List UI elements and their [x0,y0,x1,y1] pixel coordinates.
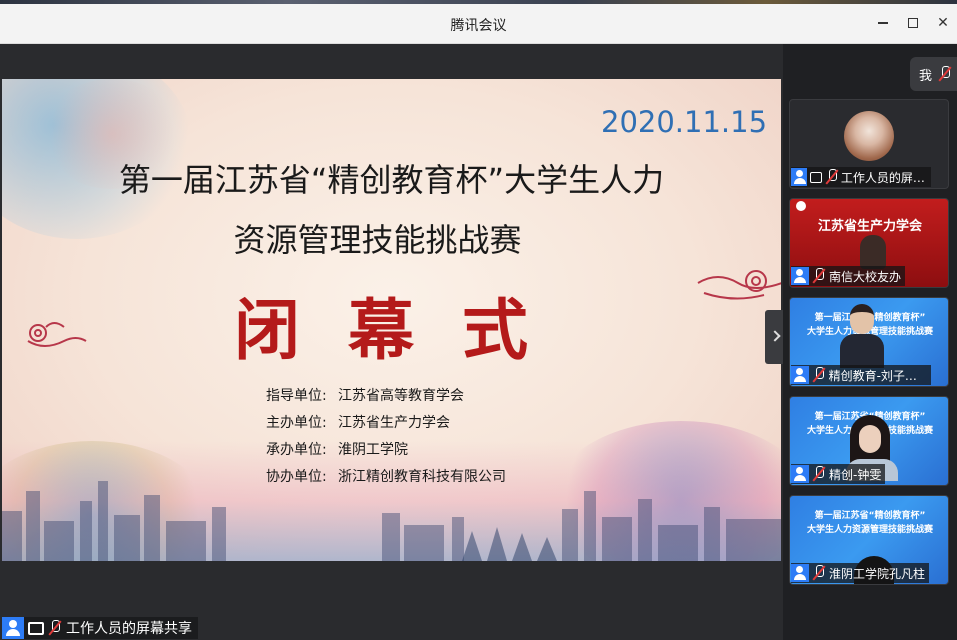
collapse-panel-button[interactable] [765,310,783,364]
auspicious-cloud-ornament [697,270,781,300]
screen-share-icon [28,621,44,635]
event-date: 2020.11.15 [601,105,768,139]
mic-muted-icon [812,466,826,482]
logo-icon [796,201,806,211]
close-icon: ✕ [937,15,949,31]
mic-muted-icon [812,565,826,581]
participant-namebar: 精创教育-刘子健... [791,365,931,385]
organizer-label: 指导单位: [266,388,327,404]
participant-video [860,235,886,269]
organizer-label: 承办单位: [266,442,327,458]
avatar [844,111,894,161]
organizer-label: 协办单位: [266,469,327,485]
participant-video [840,304,884,368]
self-label: 我 [919,69,933,84]
participant-tile[interactable]: 工作人员的屏幕... [789,99,949,189]
participant-namebar: 淮阴工学院孔凡柱 [791,563,930,583]
organizer-value: 江苏省高等教育学会 [338,388,464,404]
participant-name: 精创-钟雯 [829,467,882,482]
participant-namebar: 南信大校友办 [791,266,906,286]
maximize-button[interactable] [902,12,924,34]
mic-muted-icon [938,66,952,82]
user-icon [791,168,808,186]
close-button[interactable]: ✕ [932,12,954,34]
organizer-row: 承办单位: 淮阴工学院 [266,439,408,459]
participant-tile[interactable]: 江苏省生产力学会 南信大校友办 [789,198,949,288]
participant-tile[interactable]: 第一届江苏省“精创教育杯” 大学生人力资源管理技能挑战赛 淮阴工学院孔凡柱 [789,495,949,585]
organizer-label: 主办单位: [266,415,327,431]
participant-name: 淮阴工学院孔凡柱 [829,566,926,581]
user-icon [791,366,809,384]
user-icon [791,465,809,483]
organizer-row: 指导单位: 江苏省高等教育学会 [266,385,464,405]
organizer-value: 淮阴工学院 [338,442,408,458]
participant-tile[interactable]: 第一届江苏省“精创教育杯” 大学生人力资源管理技能挑战赛 精创-钟雯 [789,396,949,486]
virtual-background-text: 第一届江苏省“精创教育杯” [814,511,926,521]
mic-muted-icon [825,169,838,185]
auspicious-cloud-ornament [27,322,87,347]
minimize-icon [878,22,888,24]
organizer-row: 主办单位: 江苏省生产力学会 [266,412,450,432]
closing-ceremony-heading: 闭幕式 [234,291,576,369]
title-bar: 腾讯会议 ✕ [0,4,957,44]
organizer-row: 协办单位: 浙江精创教育科技有限公司 [266,466,506,486]
mic-muted-icon [48,620,62,636]
slide-title-line1: 第一届江苏省“精创教育杯”大学生人力 [118,161,665,199]
screen-share-icon [810,171,823,183]
participant-tile[interactable]: 第一届江苏省“精创教育杯” 大学生人力资源管理技能挑战赛 精创教育-刘子健... [789,297,949,387]
mic-muted-icon [812,367,826,383]
participant-name: 工作人员的屏幕... [840,170,927,185]
maximize-icon [908,18,918,28]
screen-share-owner: 工作人员的屏幕共享 [66,621,192,637]
window-title: 腾讯会议 [450,18,507,34]
minimize-button[interactable] [872,12,894,34]
self-view-button[interactable]: 我 [910,57,957,91]
slide-title-line2: 资源管理技能挑战赛 [233,221,522,259]
user-icon [791,564,809,582]
participant-namebar: 精创-钟雯 [791,464,886,484]
participant-name: 南信大校友办 [829,269,902,284]
participant-namebar: 工作人员的屏幕... [791,167,931,187]
screen-share-label: 工作人员的屏幕共享 [2,617,198,639]
organizer-value: 江苏省生产力学会 [338,415,450,431]
organizer-value: 浙江精创教育科技有限公司 [338,469,506,485]
participant-name: 精创教育-刘子健... [828,368,927,383]
virtual-background-text: 大学生人力资源管理技能挑战赛 [806,525,933,535]
video-banner-text: 江苏省生产力学会 [817,219,922,234]
user-icon [791,267,809,285]
user-icon [2,617,24,639]
mic-muted-icon [812,268,826,284]
shared-slide: 2020.11.15 第一届江苏省“精创教育杯”大学生人力 资源管理技能挑战赛 … [2,79,781,561]
